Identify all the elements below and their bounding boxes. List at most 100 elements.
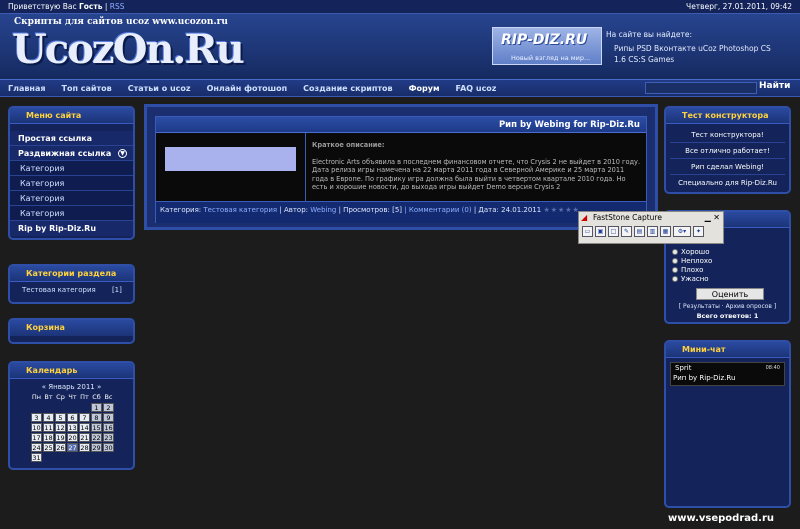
capture-object-icon[interactable]: ▣ [595,226,606,237]
calendar-day[interactable]: 3 [31,413,42,422]
calendar-day-name: Вт [43,393,54,402]
post-views: [5] [392,206,403,214]
menu-category-1[interactable]: Категория [10,161,133,176]
calendar-day[interactable]: 27 [67,443,78,452]
chevron-down-icon[interactable]: ▼ [118,149,127,158]
category-item[interactable]: Тестовая категория [1] [22,286,133,294]
calendar-day[interactable]: 24 [31,443,42,452]
faststone-capture-window[interactable]: ◢ FastStone Capture ▁ ✕ ▭ ▣ □ ✎ ▤ ▥ ▦ ⚙▾… [578,211,724,244]
calendar-day[interactable]: 26 [55,443,66,452]
calendar-day[interactable]: 14 [79,423,90,432]
capture-freehand-icon[interactable]: ✎ [621,226,632,237]
menu-category-4[interactable]: Категория [10,206,133,221]
calendar-day[interactable]: 17 [31,433,42,442]
constructor-block: Тест конструктора Тест конструктора! Все… [664,106,791,194]
poll-option-bad[interactable]: Плохо [672,266,789,275]
nav-articles[interactable]: Статьи о ucoz [128,84,191,93]
nav-home[interactable]: Главная [8,84,45,93]
calendar-day[interactable]: 12 [55,423,66,432]
calendar-day[interactable]: 21 [79,433,90,442]
username[interactable]: Гость [79,2,102,11]
poll-option-ok[interactable]: Неплохо [672,257,789,266]
output-menu-icon[interactable]: ⚙▾ [673,226,691,237]
calendar-day[interactable]: 30 [103,443,114,452]
calendar-day[interactable]: 29 [91,443,102,452]
chat-user[interactable]: Sprit [675,364,691,372]
calendar-day[interactable]: 25 [43,443,54,452]
capture-window-icon[interactable]: ▭ [582,226,593,237]
calendar-day[interactable]: 15 [91,423,102,432]
calendar-day-name: Чт [67,393,78,402]
nav-forum[interactable]: Форум [409,84,440,93]
faststone-titlebar[interactable]: ◢ FastStone Capture ▁ ✕ [579,212,723,224]
vote-button[interactable]: Оценить [696,288,764,300]
nav-faq[interactable]: FAQ ucoz [456,84,497,93]
calendar-day[interactable]: 6 [67,413,78,422]
calendar-day[interactable]: 2 [103,403,114,412]
radio-icon[interactable] [672,249,678,255]
calendar-day[interactable]: 5 [55,413,66,422]
calendar-day[interactable]: 8 [91,413,102,422]
post-image[interactable] [165,147,296,171]
calendar-day[interactable]: 22 [91,433,102,442]
calendar-day[interactable]: 23 [103,433,114,442]
banner-subtitle: Новый взгляд на мир... [511,54,591,62]
calendar-day[interactable]: 28 [79,443,90,452]
nav-online-photoshop[interactable]: Онлайн фотошоп [207,84,288,93]
calendar-day[interactable]: 18 [43,433,54,442]
capture-rect-icon[interactable]: □ [608,226,619,237]
calendar-day[interactable]: 1 [91,403,102,412]
calendar-day[interactable]: 19 [55,433,66,442]
menu-category-3[interactable]: Категория [10,191,133,206]
calendar-day[interactable]: 31 [31,453,42,462]
radio-icon[interactable] [672,258,678,264]
post-title[interactable]: Рип by Webing for Rip-Diz.Ru [156,117,646,133]
constructor-link-4[interactable]: Специально для Rip-Diz.Ru [670,175,785,191]
calendar-month[interactable]: « Январь 2011 » [10,383,133,391]
nav-top-sites[interactable]: Топ сайтов [61,84,111,93]
rating-stars[interactable]: ★★★★★ [543,206,579,214]
poll-option-awful[interactable]: Ужасно [672,275,789,284]
search-input[interactable] [645,82,757,94]
calendar-day[interactable]: 16 [103,423,114,432]
capture-fullscreen-icon[interactable]: ▤ [634,226,645,237]
post-description: Краткое описание: Electronic Arts объяви… [308,133,646,201]
ad-banner[interactable]: RIP-DIZ.RU Новый взгляд на мир... [492,27,602,65]
capture-video-icon[interactable]: ▦ [660,226,671,237]
datetime: Четверг, 27.01.2011, 09:42 [686,2,792,11]
watermark: www.vsepodrad.ru [668,513,775,524]
calendar-day[interactable]: 20 [67,433,78,442]
menu-simple-link[interactable]: Простая ссылка [10,131,133,146]
menu-expand-link[interactable]: Раздвижная ссылка ▼ [10,146,133,161]
menu-rip-link[interactable]: Rip by Rip-Diz.Ru [10,221,133,236]
calendar-day[interactable]: 11 [43,423,54,432]
calendar-day[interactable]: 13 [67,423,78,432]
calendar-day[interactable]: 4 [43,413,54,422]
menu-category-2[interactable]: Категория [10,176,133,191]
calendar-day[interactable]: 7 [79,413,90,422]
capture-scroll-icon[interactable]: ▥ [647,226,658,237]
site-logo[interactable]: UcozOn.Ru [12,26,245,73]
window-controls[interactable]: ▁ ✕ [705,212,720,224]
calendar-empty [67,403,78,412]
settings-icon[interactable]: ✦ [693,226,704,237]
radio-icon[interactable] [672,267,678,273]
post-category-link[interactable]: Тестовая категория [203,206,277,214]
tag-cloud[interactable]: Рипы PSD Вконтакте uCoz Photoshop CS 1.6… [614,43,784,65]
post-comments-link[interactable]: | Комментарии (0) [404,206,471,214]
constructor-link-2[interactable]: Все отлично работает! [670,143,785,159]
cart-block: Корзина [8,318,135,344]
search-button[interactable]: Найти [759,81,793,95]
poll-option-good[interactable]: Хорошо [672,248,789,257]
rss-link[interactable]: RSS [110,2,125,11]
site-menu-block: Меню сайта Простая ссылка Раздвижная ссы… [8,106,135,240]
calendar-day[interactable]: 10 [31,423,42,432]
poll-results-link[interactable]: [ Результаты · Архив опросов ] [666,303,789,310]
post-meta: Категория: Тестовая категория | Автор: W… [156,201,646,223]
post-author-link[interactable]: Webing [310,206,336,214]
constructor-link-3[interactable]: Рип сделал Webing! [670,159,785,175]
radio-icon[interactable] [672,276,678,282]
nav-scripts[interactable]: Создание скриптов [303,84,392,93]
constructor-link-1[interactable]: Тест конструктора! [670,127,785,143]
calendar-day[interactable]: 9 [103,413,114,422]
